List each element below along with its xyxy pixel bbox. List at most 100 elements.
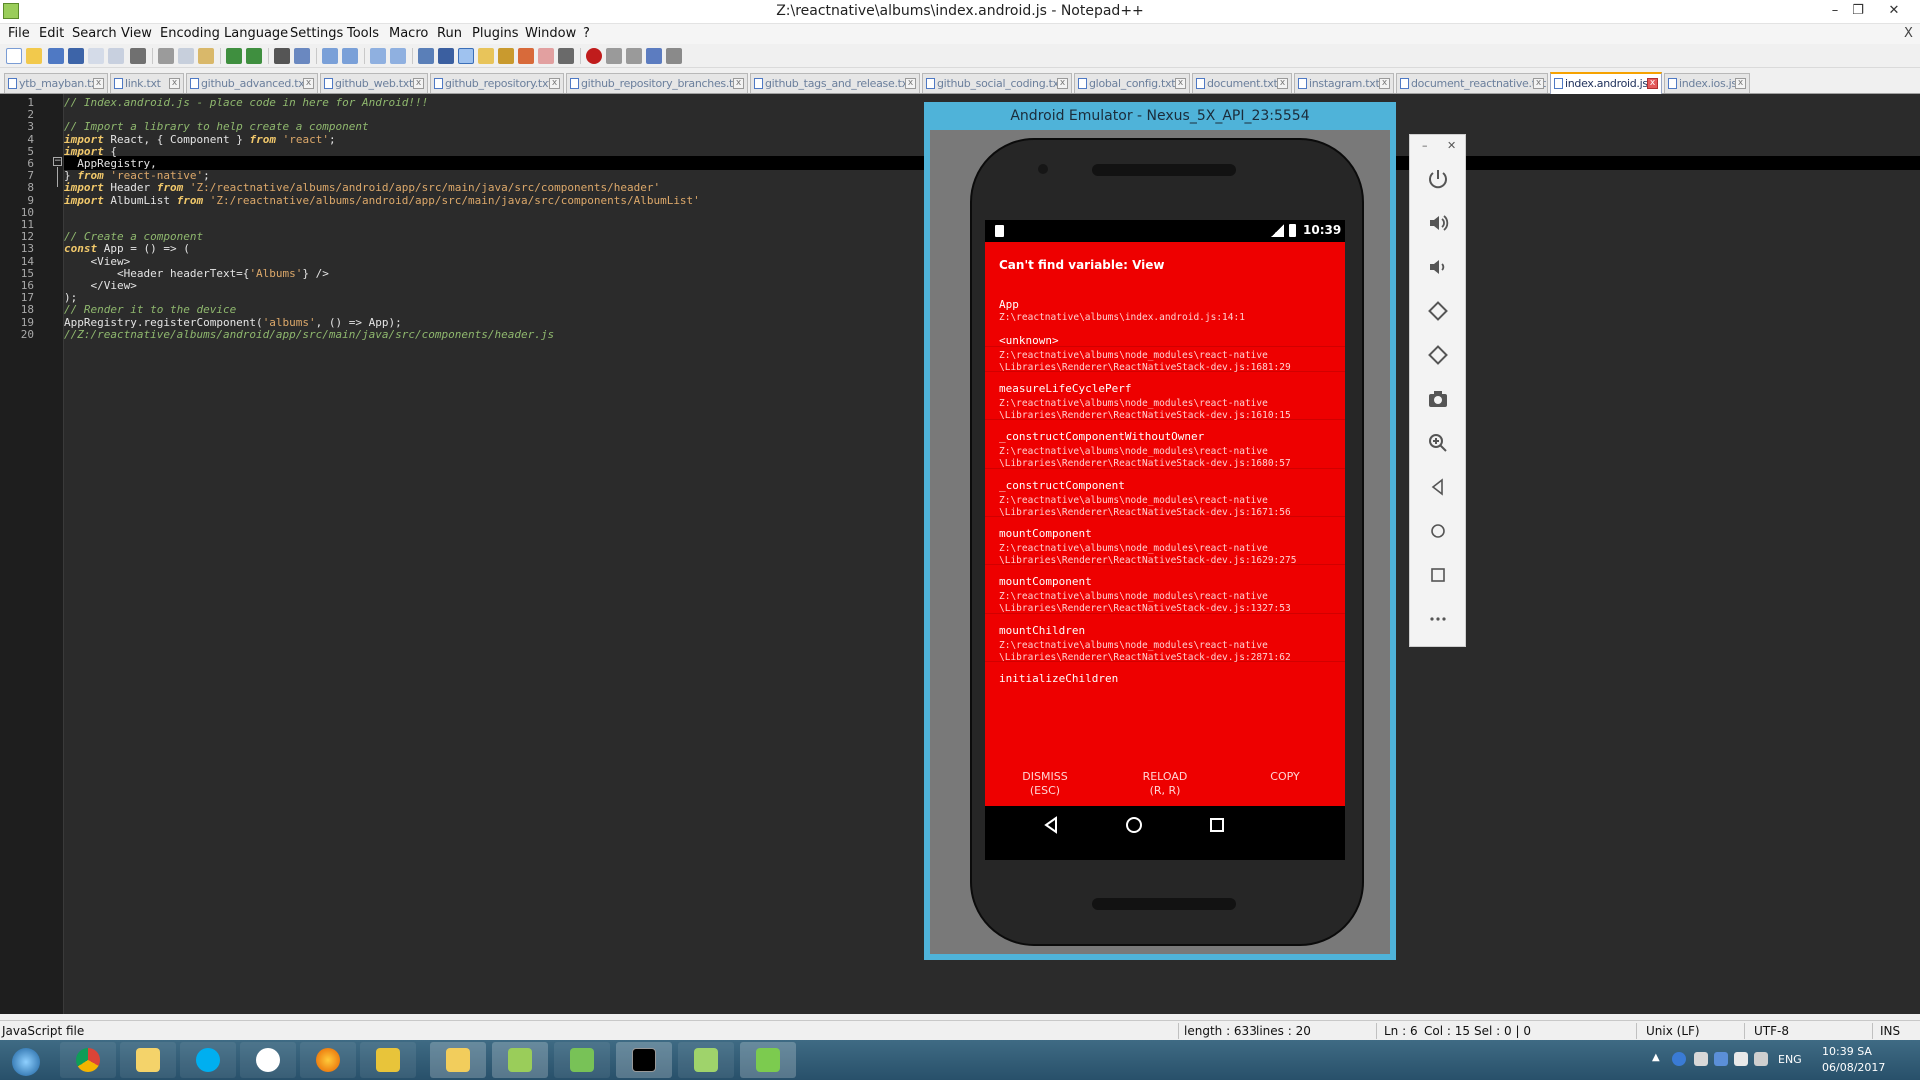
open-file-icon[interactable] <box>26 48 42 64</box>
copy-button[interactable]: COPY <box>1225 770 1345 784</box>
replace-icon[interactable] <box>294 48 310 64</box>
menu-file[interactable]: File <box>8 26 30 41</box>
status-insert-mode[interactable]: INS <box>1880 1024 1900 1038</box>
copy-icon[interactable] <box>178 48 194 64</box>
code-line[interactable]: // Create a component <box>64 230 203 243</box>
taskbar-file-manager[interactable] <box>120 1042 176 1078</box>
close-tab-icon[interactable]: x <box>93 78 104 89</box>
tray-flag-icon[interactable] <box>1734 1052 1748 1066</box>
redo-icon[interactable] <box>246 48 262 64</box>
stack-frame[interactable]: mountChildren Z:\reactnative\albums\node_… <box>985 614 1345 663</box>
close-icon[interactable] <box>88 48 104 64</box>
taskbar-emulator[interactable] <box>740 1042 796 1078</box>
zoom-out-icon[interactable] <box>342 48 358 64</box>
menu-search[interactable]: Search <box>72 26 117 41</box>
phone-screen[interactable]: 10:39 Can't find variable: View App Z:\re… <box>985 220 1345 860</box>
menu-language[interactable]: Language <box>224 26 288 41</box>
run-macro-multiple-icon[interactable] <box>646 48 662 64</box>
overview-icon[interactable] <box>1426 563 1450 587</box>
nav-home-icon[interactable] <box>1125 816 1143 834</box>
code-line[interactable]: ); <box>64 291 77 304</box>
save-macro-icon[interactable] <box>666 48 682 64</box>
stack-frame[interactable]: initializeChildren <box>985 662 1345 710</box>
taskbar-notepadpp[interactable] <box>492 1042 548 1078</box>
fold-toggle-icon[interactable]: − <box>53 157 62 166</box>
code-line[interactable]: const App = () => ( <box>64 242 190 255</box>
find-icon[interactable] <box>274 48 290 64</box>
reload-button[interactable]: RELOAD (R, R) <box>1105 770 1225 798</box>
tray-network-app-icon[interactable] <box>1672 1052 1686 1066</box>
close-button[interactable]: ✕ <box>1872 1 1916 21</box>
more-icon[interactable] <box>1426 607 1450 631</box>
taskbar-app[interactable] <box>360 1042 416 1078</box>
taskbar-cmd[interactable] <box>616 1042 672 1078</box>
close-document-button[interactable]: X <box>1904 26 1913 41</box>
paste-icon[interactable] <box>198 48 214 64</box>
close-tab-icon[interactable]: x <box>1277 78 1288 89</box>
nav-back-icon[interactable] <box>1043 816 1059 834</box>
menu-macro[interactable]: Macro <box>389 26 428 41</box>
taskbar-explorer[interactable] <box>430 1042 486 1078</box>
tray-expand-icon[interactable]: ▲ <box>1652 1052 1660 1066</box>
taskbar-skype[interactable] <box>180 1042 236 1078</box>
close-all-icon[interactable] <box>108 48 124 64</box>
sync-horizontal-icon[interactable] <box>390 48 406 64</box>
tray-date[interactable]: 06/08/2017 <box>1822 1061 1885 1074</box>
menu-window[interactable]: Window <box>525 26 576 41</box>
panel-minimize-icon[interactable]: – <box>1422 139 1428 152</box>
close-tab-icon[interactable]: x <box>1379 78 1390 89</box>
save-all-icon[interactable] <box>68 48 84 64</box>
taskbar-chrome[interactable] <box>60 1042 116 1078</box>
stop-macro-icon[interactable] <box>606 48 622 64</box>
tab-index-ios-js[interactable]: index.ios.js x <box>1664 73 1750 93</box>
sync-vertical-icon[interactable] <box>370 48 386 64</box>
close-tab-icon[interactable]: x <box>413 78 424 89</box>
menu-run[interactable]: Run <box>437 26 462 41</box>
close-tab-icon[interactable]: x <box>1533 78 1544 89</box>
doc-map-icon[interactable] <box>498 48 514 64</box>
code-line[interactable]: AppRegistry, <box>64 157 156 170</box>
code-line[interactable]: import AlbumList from 'Z:/reactnative/al… <box>64 194 700 207</box>
tab-github-repository-branches[interactable]: github_repository_branches.txt x <box>566 73 748 93</box>
menu-tools[interactable]: Tools <box>347 26 379 41</box>
tab-index-android-js[interactable]: index.android.js x <box>1550 72 1662 94</box>
close-tab-icon[interactable]: x <box>169 78 180 89</box>
show-all-characters-icon[interactable] <box>438 48 454 64</box>
tray-app-icon[interactable] <box>1714 1052 1728 1066</box>
taskbar-android-studio[interactable] <box>554 1042 610 1078</box>
new-file-icon[interactable] <box>6 48 22 64</box>
stack-frame[interactable]: _constructComponentWithoutOwner Z:\reactn… <box>985 420 1345 469</box>
stack-frame[interactable]: mountComponent Z:\reactnative\albums\node… <box>985 517 1345 566</box>
word-wrap-icon[interactable] <box>418 48 434 64</box>
folder-workspace-icon[interactable] <box>538 48 554 64</box>
back-icon[interactable] <box>1426 475 1450 499</box>
rotate-right-icon[interactable] <box>1426 343 1450 367</box>
volume-down-icon[interactable] <box>1426 255 1450 279</box>
code-line[interactable]: <View> <box>64 255 130 268</box>
undo-icon[interactable] <box>226 48 242 64</box>
tab-github-tags-and-release[interactable]: github_tags_and_release.txt x <box>750 73 920 93</box>
close-tab-icon[interactable]: x <box>1175 78 1186 89</box>
print-icon[interactable] <box>130 48 146 64</box>
code-line[interactable]: import React, { Component } from 'react'… <box>64 133 336 146</box>
tray-time[interactable]: 10:39 SA <box>1822 1045 1872 1058</box>
restore-button[interactable]: ❐ <box>1845 1 1871 21</box>
panel-close-icon[interactable]: ✕ <box>1447 139 1456 152</box>
nav-overview-icon[interactable] <box>1209 816 1225 834</box>
power-icon[interactable] <box>1426 167 1450 191</box>
stack-trace-list[interactable]: App Z:\reactnative\albums\index.android.j… <box>985 288 1345 756</box>
menu-plugins[interactable]: Plugins <box>472 26 519 41</box>
code-line[interactable]: //Z:/reactnative/albums/android/app/src/… <box>64 328 554 341</box>
monitoring-icon[interactable] <box>558 48 574 64</box>
code-line[interactable]: import { <box>64 145 117 158</box>
camera-icon[interactable] <box>1426 387 1450 411</box>
tab-github-web[interactable]: github_web.txt x <box>320 73 428 93</box>
play-macro-icon[interactable] <box>626 48 642 64</box>
close-tab-icon[interactable]: x <box>1057 78 1068 89</box>
menu-settings[interactable]: Settings <box>290 26 343 41</box>
zoom-icon[interactable] <box>1426 431 1450 455</box>
dismiss-button[interactable]: DISMISS (ESC) <box>985 770 1105 798</box>
code-line[interactable]: // Render it to the device <box>64 303 236 316</box>
start-button[interactable] <box>2 1042 50 1078</box>
code-line[interactable]: </View> <box>64 279 136 292</box>
